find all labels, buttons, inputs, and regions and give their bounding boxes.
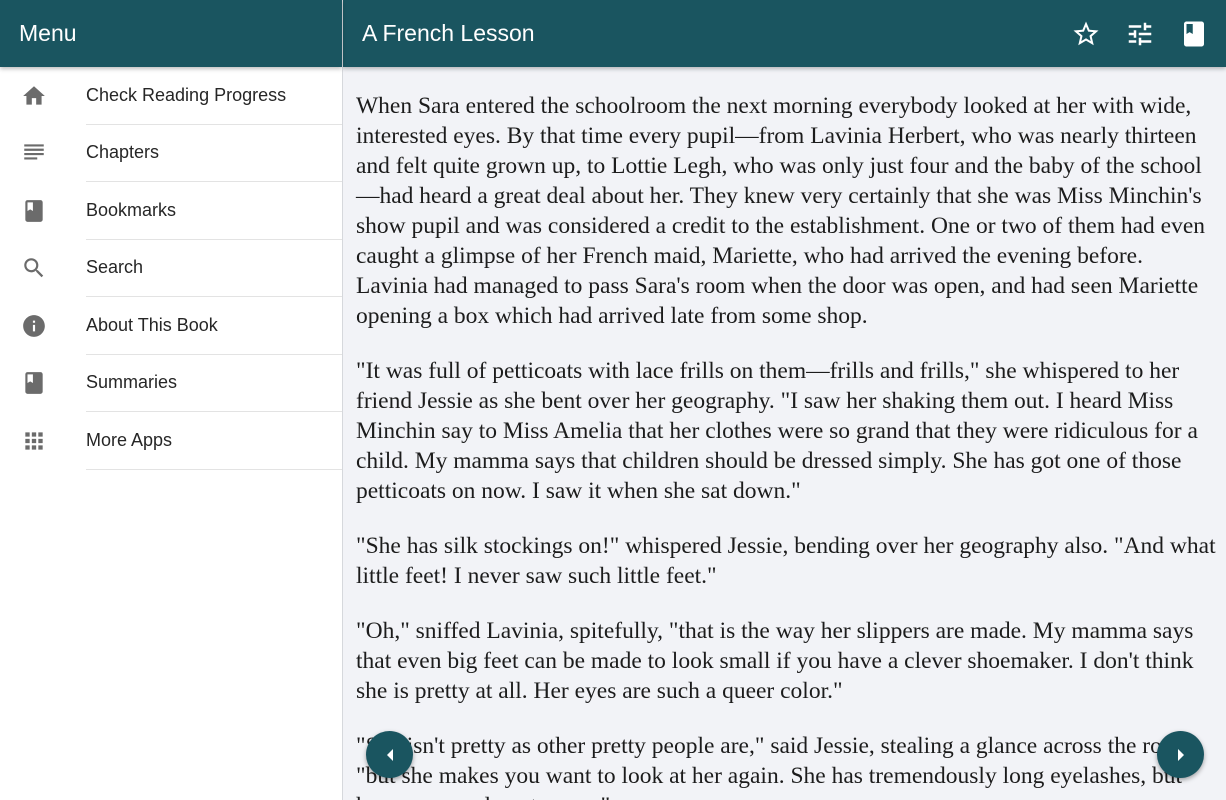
previous-page-button[interactable] <box>366 731 413 778</box>
chevron-left-icon <box>386 748 393 761</box>
drawer-menu: Check Reading Progress Chapters Bookmark… <box>0 67 342 470</box>
drawer-title: Menu <box>19 20 77 46</box>
display-settings-button[interactable] <box>1113 7 1167 61</box>
menu-item-about-this-book[interactable]: About This Book <box>0 297 342 355</box>
menu-item-label: Search <box>86 240 342 297</box>
menu-item-label: Check Reading Progress <box>86 67 342 125</box>
info-icon <box>0 313 86 339</box>
book-icon <box>0 198 86 224</box>
menu-item-summaries[interactable]: Summaries <box>0 355 342 412</box>
menu-item-label: About This Book <box>86 297 342 355</box>
paragraph: "It was full of petticoats with lace fri… <box>356 358 1198 504</box>
paragraph: When Sara entered the schoolroom the nex… <box>356 93 1206 329</box>
menu-item-label: Bookmarks <box>86 182 342 240</box>
tune-sliders-icon <box>1128 22 1152 45</box>
star-outline-icon <box>1073 21 1099 45</box>
page-title: A French Lesson <box>362 20 535 46</box>
paragraph: "She has silk stockings on!" whispered J… <box>356 533 1216 589</box>
book-contents-button[interactable] <box>1167 7 1221 61</box>
menu-item-bookmarks[interactable]: Bookmarks <box>0 182 342 240</box>
drawer-header: Menu <box>0 0 342 67</box>
menu-item-label: Chapters <box>86 125 342 182</box>
menu-item-label: More Apps <box>86 412 342 470</box>
menu-item-chapters[interactable]: Chapters <box>0 125 342 182</box>
top-app-bar: A French Lesson <box>343 0 1226 67</box>
navigation-drawer: Menu Check Reading Progress Chapters Boo… <box>0 0 343 800</box>
next-page-button[interactable] <box>1157 731 1204 778</box>
search-icon <box>0 255 86 281</box>
menu-item-more-apps[interactable]: More Apps <box>0 412 342 470</box>
menu-item-label: Summaries <box>86 355 342 412</box>
chevron-right-icon <box>1177 748 1184 761</box>
reading-area[interactable]: When Sara entered the schoolroom the nex… <box>343 67 1226 800</box>
book-icon <box>0 370 86 396</box>
menu-item-check-reading-progress[interactable]: Check Reading Progress <box>0 67 342 125</box>
home-icon <box>0 83 86 109</box>
apps-grid-icon <box>0 428 86 454</box>
list-icon <box>0 140 86 166</box>
menu-item-search[interactable]: Search <box>0 240 342 297</box>
paragraph: "She isn't pretty as other pretty people… <box>356 733 1198 800</box>
paragraph: "Oh," sniffed Lavinia, spitefully, "that… <box>356 618 1194 704</box>
book-icon <box>1184 21 1204 46</box>
bookmark-star-button[interactable] <box>1059 7 1113 61</box>
